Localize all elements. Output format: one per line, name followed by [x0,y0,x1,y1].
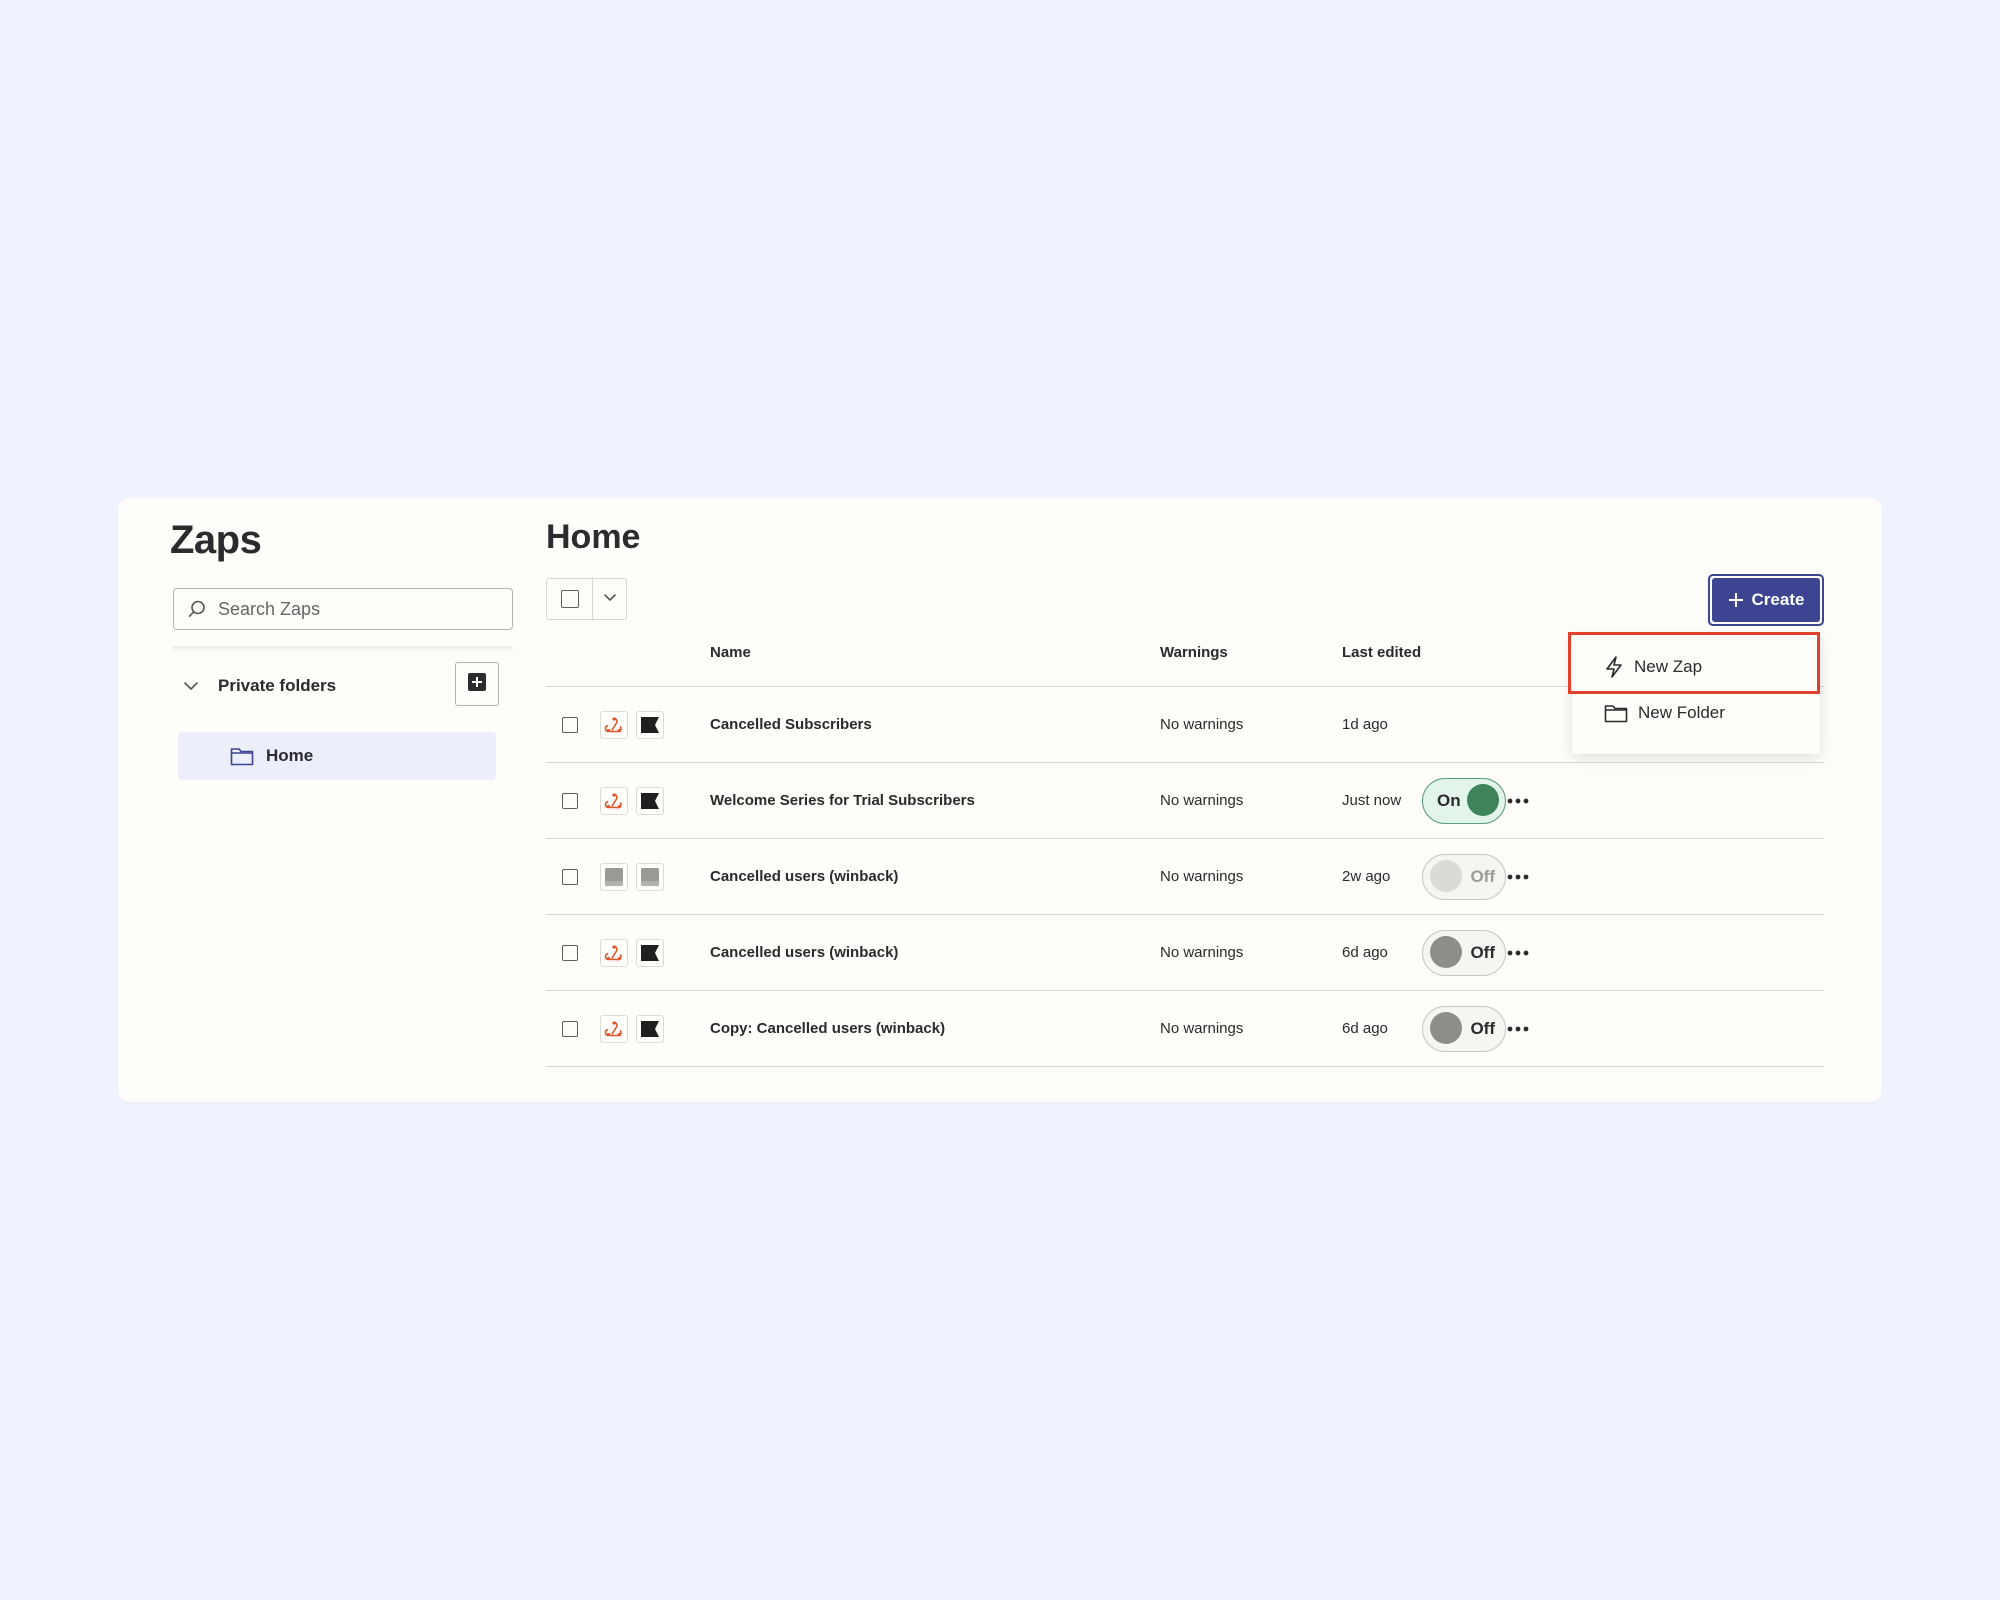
row-checkbox[interactable] [562,915,578,990]
toggle-label: Off [1470,1018,1495,1038]
zap-last-edited: 6d ago [1342,1020,1388,1037]
zap-status-toggle[interactable]: Off [1422,853,1506,900]
bulk-select-dropdown[interactable] [593,579,626,619]
toggle-label: On [1437,790,1461,810]
checkbox-box [562,1020,578,1037]
search-input[interactable] [216,597,500,621]
zap-name[interactable]: Welcome Series for Trial Subscribers [710,792,975,809]
folder-icon [230,746,254,766]
search-icon [186,598,208,620]
table-row[interactable]: Copy: Cancelled users (winback) No warni… [546,991,1824,1067]
zapier-placeholder-icon [600,862,628,891]
webhook-icon [600,938,628,967]
checkbox-box [560,590,579,608]
chevron-down-icon[interactable] [180,675,202,697]
checkbox-box [562,868,578,885]
menu-item-label: New Zap [1634,657,1703,676]
zap-warnings: No warnings [1160,868,1244,885]
table-row[interactable]: Cancelled users (winback) No warnings 6d… [546,915,1824,991]
folder-icon [1604,703,1628,723]
page-title: Home [546,518,641,556]
plus-square-icon [467,672,487,697]
more-options-icon[interactable] [1500,783,1536,819]
menu-item-new-folder[interactable]: New Folder [1572,690,1820,736]
lightning-icon [1604,656,1624,678]
menu-item-new-zap[interactable]: New Zap [1572,644,1820,690]
zap-name[interactable]: Cancelled users (winback) [710,944,898,961]
table-row[interactable]: Welcome Series for Trial Subscribers No … [546,763,1824,839]
sidebar-item-label: Home [266,746,314,765]
add-folder-button[interactable] [455,662,499,706]
black-flag-app-icon [636,938,664,967]
row-checkbox[interactable] [562,991,578,1066]
zap-warnings: No warnings [1160,1020,1244,1037]
zap-last-edited: Just now [1342,792,1402,809]
checkbox-box [562,716,578,733]
column-header-warnings[interactable]: Warnings [1160,644,1228,661]
black-flag-app-icon [636,786,664,815]
toggle-knob [1430,1012,1462,1044]
menu-item-label: New Folder [1638,703,1725,722]
zap-last-edited: 1d ago [1342,716,1388,733]
webhook-icon [600,1014,628,1043]
checkbox-box [562,792,578,809]
create-button-label: Create [1751,590,1805,609]
zap-last-edited: 2w ago [1342,868,1391,885]
column-header-name[interactable]: Name [710,644,751,661]
zap-name[interactable]: Cancelled Subscribers [710,716,872,733]
zap-status-toggle[interactable]: On [1422,777,1506,824]
private-folders-label: Private folders [218,676,337,695]
bulk-select-control[interactable] [546,578,627,620]
webhook-icon [600,710,628,739]
search-box[interactable] [173,588,513,630]
zap-last-edited: 6d ago [1342,944,1388,961]
toggle-knob [1430,860,1462,892]
select-all-checkbox[interactable] [547,579,593,619]
sidebar-divider [173,646,513,652]
black-flag-app-icon [636,710,664,739]
more-options-icon[interactable] [1500,859,1536,895]
zap-warnings: No warnings [1160,944,1244,961]
toggle-knob [1467,784,1499,816]
toggle-label: Off [1470,942,1495,962]
zaps-panel: Zaps Private folders Home Home [118,498,1882,1102]
toggle-label: Off [1470,866,1495,886]
sidebar-title: Zaps [170,518,262,562]
column-header-last-edited[interactable]: Last edited [1342,644,1421,661]
checkbox-box [562,944,578,961]
zap-name[interactable]: Copy: Cancelled users (winback) [710,1020,945,1037]
zap-status-toggle[interactable]: Off [1422,1005,1506,1052]
more-options-icon[interactable] [1500,935,1536,971]
row-checkbox[interactable] [562,687,578,762]
zap-name[interactable]: Cancelled users (winback) [710,868,898,885]
more-options-icon[interactable] [1500,1011,1536,1047]
zap-warnings: No warnings [1160,792,1244,809]
zapier-placeholder-icon [636,862,664,891]
create-button-focus-ring: Create [1708,574,1824,626]
zap-warnings: No warnings [1160,716,1244,733]
row-checkbox[interactable] [562,839,578,914]
toggle-knob [1430,936,1462,968]
table-row[interactable]: Cancelled users (winback) No warnings 2w… [546,839,1824,915]
plus-icon [1728,592,1744,608]
webhook-icon [600,786,628,815]
black-flag-app-icon [636,1014,664,1043]
sidebar-item-home[interactable]: Home [178,732,496,780]
create-dropdown-menu: New Zap New Folder [1572,634,1820,754]
zap-status-toggle[interactable]: Off [1422,929,1506,976]
create-button[interactable]: Create [1712,578,1820,622]
chevron-down-icon [602,589,618,610]
row-checkbox[interactable] [562,763,578,838]
